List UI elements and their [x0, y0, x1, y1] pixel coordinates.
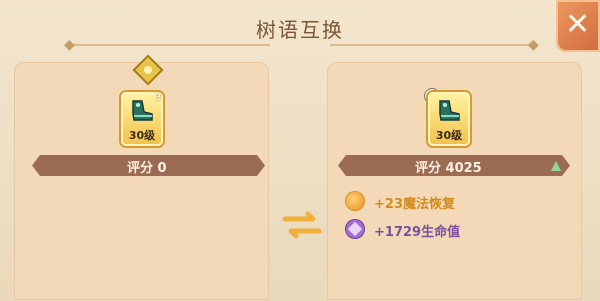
- score-value: 4025: [445, 161, 482, 176]
- item-badge: 3: [155, 93, 161, 103]
- divider-ornament-right: ◆: [528, 37, 539, 53]
- stat-text: +23魔法恢复: [374, 197, 455, 212]
- boot-icon: [132, 100, 153, 121]
- marker-dot: [144, 66, 152, 74]
- swap-arrows-icon: [282, 211, 322, 239]
- close-icon: ✕: [565, 7, 591, 42]
- up-arrow-icon: [551, 161, 561, 171]
- close-button[interactable]: ✕: [556, 0, 600, 52]
- swap-button[interactable]: [282, 210, 322, 240]
- title-divider-left: [70, 44, 270, 46]
- boot-icon: [439, 100, 460, 121]
- score-label: 评分: [415, 161, 442, 176]
- item-level: 30级: [435, 129, 463, 142]
- score-value: 0: [157, 161, 167, 176]
- right-item-slot[interactable]: 30级: [428, 92, 470, 146]
- score-label: 评分: [127, 161, 154, 176]
- divider-ornament-left: ◆: [64, 37, 75, 53]
- page-title: 树语互换: [256, 18, 344, 42]
- mana-icon: [346, 192, 364, 210]
- stat-text: +1729生命值: [374, 225, 461, 240]
- item-level: 30级: [128, 129, 156, 142]
- left-item-slot[interactable]: 3 30级: [121, 92, 163, 146]
- right-score: 评分 4025: [415, 157, 482, 176]
- left-score: 评分 0: [127, 157, 167, 176]
- hp-icon: [346, 220, 364, 238]
- title-divider-right: [330, 44, 530, 46]
